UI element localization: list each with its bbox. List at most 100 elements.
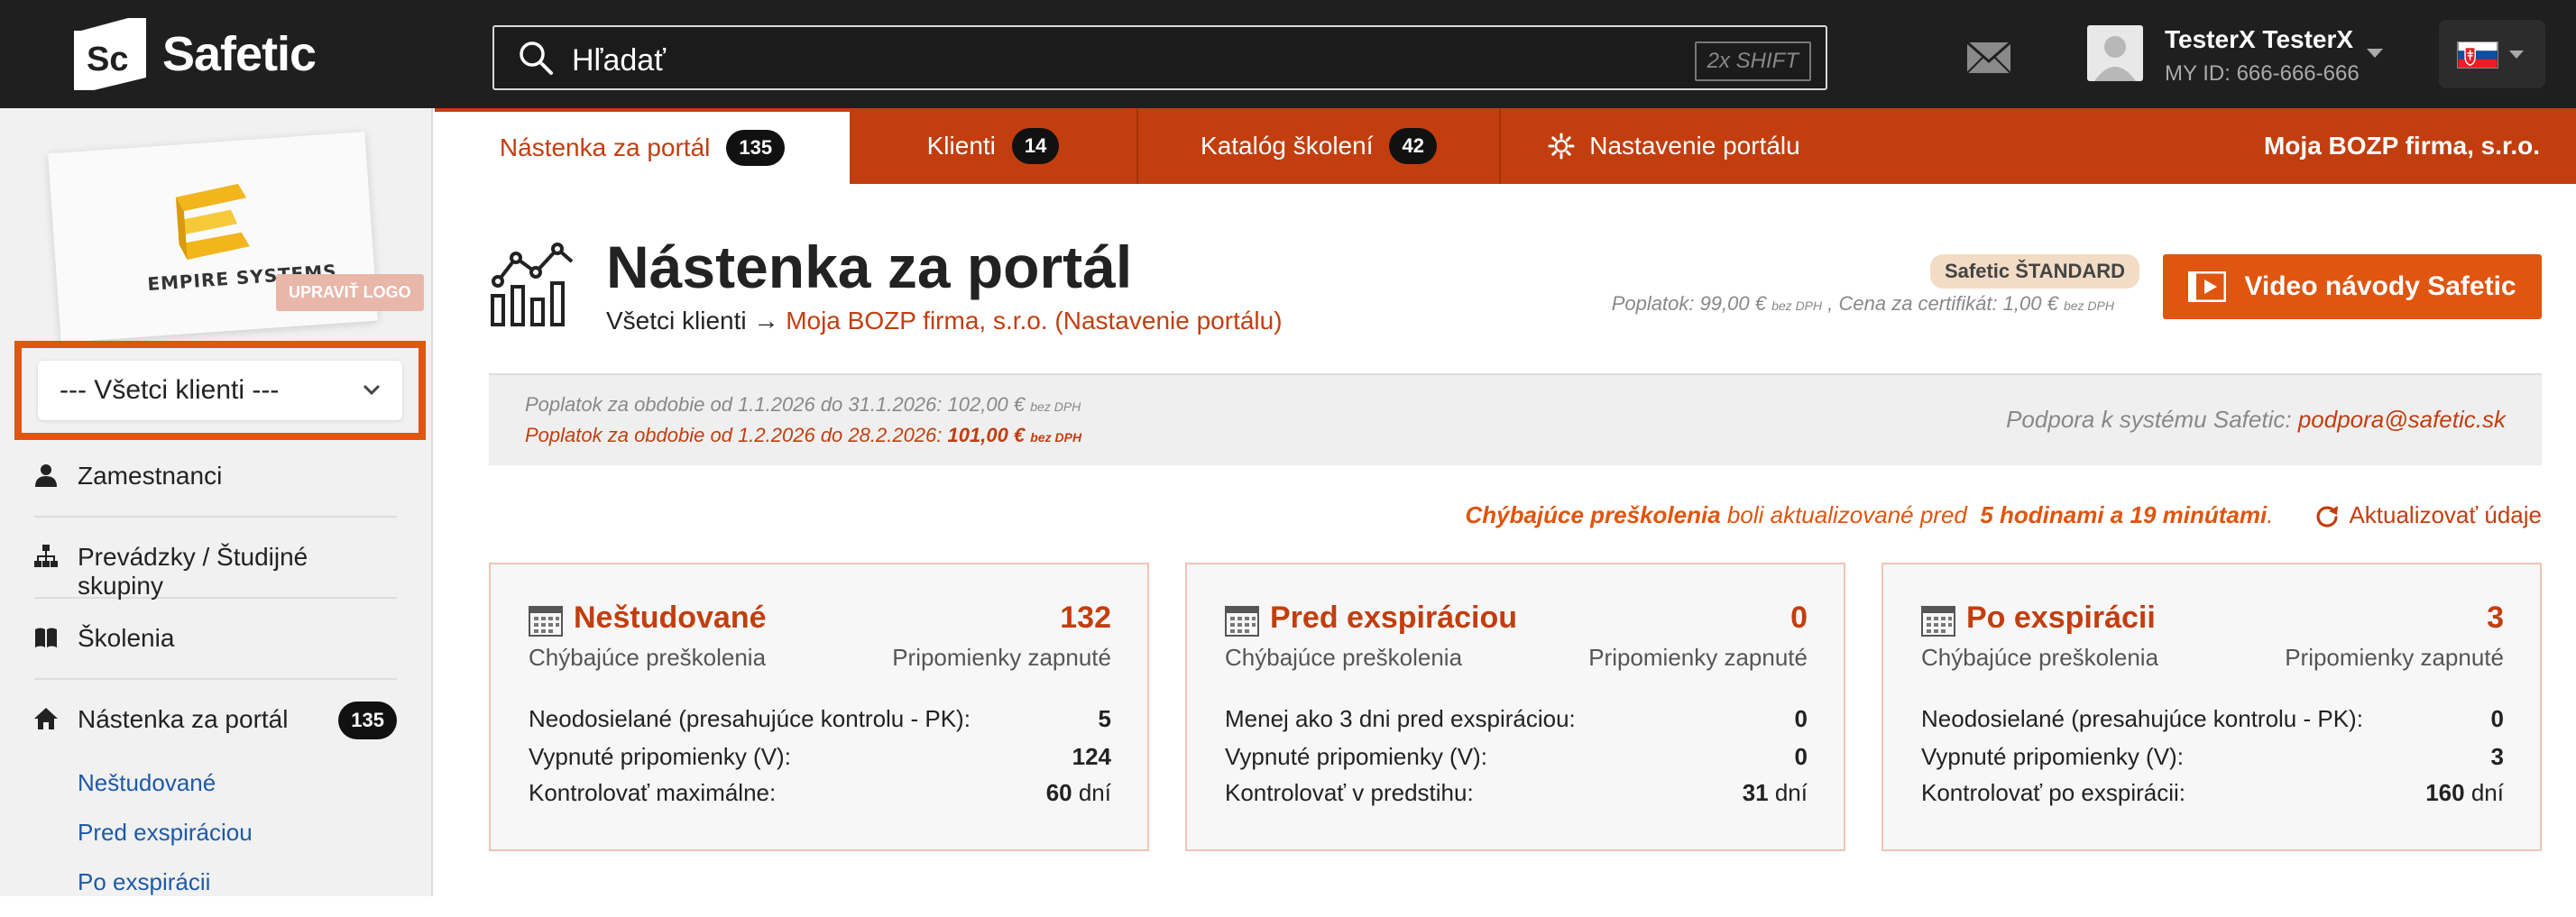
card-count: 3 xyxy=(2487,601,2504,635)
refresh-data-label: Aktualizovať údaje xyxy=(2349,501,2542,528)
client-select-value: --- Všetci klienti --- xyxy=(60,375,280,405)
user-avatar-icon xyxy=(2094,36,2136,81)
language-selector[interactable] xyxy=(2439,20,2545,88)
card-count: 132 xyxy=(1060,601,1111,635)
sidebar-item-label: Nástenka za portál xyxy=(78,705,289,733)
tab-label: Nástenka za portál xyxy=(499,133,711,161)
video-tutorials-button[interactable]: Video návody Safetic xyxy=(2163,254,2542,319)
card-row-unit: dní xyxy=(2470,779,2504,806)
card-row-label: Kontrolovať po exspirácii: xyxy=(1921,779,2186,806)
card-row: Menej ako 3 dni pred exspiráciou: 0 xyxy=(1225,705,1808,733)
tab-training-catalog[interactable]: Katalóg školení 42 xyxy=(1138,108,1501,184)
support-email-link[interactable]: podpora@safetic.sk xyxy=(2298,406,2506,433)
sidebar-item-workplaces[interactable]: Prevádzky / Študijné skupiny xyxy=(34,518,397,600)
card-title: Neštudované xyxy=(574,601,767,635)
card-title: Po exspirácii xyxy=(1966,601,2156,635)
user-menu-caret-icon[interactable] xyxy=(2367,49,2383,58)
fee-period-previous-text: Poplatok za obdobie od 1.1.2026 do 31.1.… xyxy=(525,393,1026,416)
sidebar-item-trainings[interactable]: Školenia xyxy=(34,599,397,680)
breadcrumb-root[interactable]: Všetci klienti xyxy=(606,307,747,335)
slovak-flag-icon xyxy=(2457,41,2498,69)
sidebar-item-badge: 135 xyxy=(338,702,397,739)
search-placeholder: Hľadať xyxy=(572,43,666,78)
update-text: boli aktualizované pred xyxy=(1726,501,1967,528)
card-reminders-status: Pripomienky zapnuté xyxy=(2285,644,2504,671)
card-row-label: Neodosielané (presahujúce kontrolu - PK)… xyxy=(1921,705,2363,732)
plan-fee: Poplatok: 99,00 € xyxy=(1611,292,1766,315)
card-row-value: 3 xyxy=(2490,743,2504,770)
sidebar-item-label: Zamestnanci xyxy=(78,462,223,490)
subnav-item-unstudied[interactable]: Neštudované xyxy=(78,768,253,818)
fee-period-previous: Poplatok za obdobie od 1.1.2026 do 31.1.… xyxy=(525,393,1081,417)
calendar-icon xyxy=(1225,606,1259,637)
current-company-name[interactable]: Moja BOZP firma, s.r.o. xyxy=(2264,132,2540,160)
refresh-icon xyxy=(2316,505,2339,527)
update-highlight: Chýbajúce preškolenia xyxy=(1465,501,1721,528)
search-box[interactable]: Hľadať 2x SHIFT xyxy=(492,25,1827,90)
card-row-value: 124 xyxy=(1072,743,1111,770)
card-row: Vypnuté pripomienky (V): 124 xyxy=(529,743,1111,771)
card-after-expiry[interactable]: Po exspirácii 3 Chýbajúce preškolenia Pr… xyxy=(1881,563,2542,851)
tab-clients[interactable]: Klienti 14 xyxy=(850,108,1138,184)
card-row: Vypnuté pripomienky (V): 3 xyxy=(1921,743,2504,771)
card-row-unit: dní xyxy=(1078,779,1111,806)
tax-note: bez DPH xyxy=(1030,399,1081,414)
tab-label: Klienti xyxy=(926,132,996,160)
tab-dashboard[interactable]: Nástenka za portál 135 xyxy=(435,108,850,184)
search-icon xyxy=(520,41,553,75)
card-reminders-status: Pripomienky zapnuté xyxy=(1588,644,1808,671)
tax-note: bez DPH xyxy=(1771,298,1823,313)
card-unstudied[interactable]: Neštudované 132 Chýbajúce preškolenia Pr… xyxy=(489,563,1149,851)
tab-badge: 135 xyxy=(726,130,786,166)
card-before-expiry[interactable]: Pred exspiráciou 0 Chýbajúce preškolenia… xyxy=(1185,563,1845,851)
card-row: Kontrolovať v predstihu: 31 dní xyxy=(1225,779,1808,807)
safetic-logo[interactable]: Sc Safetic xyxy=(74,18,317,90)
certificate-fee: , Cena za certifikát: 1,00 € xyxy=(1827,292,2058,315)
subnav-item-after-expiry[interactable]: Po exspirácii xyxy=(78,867,253,917)
edit-logo-button[interactable]: UPRAVIŤ LOGO xyxy=(276,274,424,311)
tab-portal-settings[interactable]: Nastavenie portálu xyxy=(1501,108,1847,184)
card-row-value: 0 xyxy=(2490,705,2504,732)
client-select[interactable]: --- Všetci klienti --- xyxy=(38,361,402,420)
chevron-down-icon xyxy=(363,384,381,396)
mail-icon[interactable] xyxy=(1966,41,2011,74)
card-count: 0 xyxy=(1790,601,1808,635)
tax-note: bez DPH xyxy=(1030,430,1082,445)
empire-logo-icon xyxy=(175,183,250,261)
card-row: Vypnuté pripomienky (V): 0 xyxy=(1225,743,1808,771)
card-title: Pred exspiráciou xyxy=(1270,601,1518,635)
sidebar-nav: Zamestnanci Prevádzky / Študijné skupiny xyxy=(34,436,397,761)
tab-label: Nastavenie portálu xyxy=(1589,132,1800,160)
avatar[interactable] xyxy=(2087,25,2143,81)
breadcrumb-link[interactable]: Moja BOZP firma, s.r.o. (Nastavenie port… xyxy=(786,307,1282,335)
user-icon xyxy=(35,464,57,487)
sidebar: EMPIRE SYSTEMS UPRAVIŤ LOGO --- Všetci k… xyxy=(0,108,433,896)
client-select-highlight: --- Všetci klienti --- xyxy=(14,341,426,440)
card-row-label: Vypnuté pripomienky (V): xyxy=(1921,743,2184,770)
card-subtitle: Chýbajúce preškolenia xyxy=(1225,644,1463,671)
language-caret-icon xyxy=(2509,50,2524,59)
sidebar-item-dashboard[interactable]: Nástenka za portál 135 xyxy=(34,680,397,761)
refresh-data-button[interactable]: Aktualizovať údaje xyxy=(2314,501,2542,529)
card-row: Kontrolovať maximálne: 60 dní xyxy=(529,779,1111,807)
logo-mark-text: Sc xyxy=(87,41,128,78)
plan-fees: Poplatok: 99,00 € bez DPH , Cena za cert… xyxy=(1612,292,2114,316)
video-button-label: Video návody Safetic xyxy=(2244,271,2516,301)
subnav-item-before-expiry[interactable]: Pred exspiráciou xyxy=(78,818,253,867)
calendar-icon xyxy=(1921,606,1955,637)
card-row-value: 0 xyxy=(1794,705,1808,732)
card-subtitle: Chýbajúce preškolenia xyxy=(529,644,767,671)
support-contact: Podpora k systému Safetic: podpora@safet… xyxy=(2006,406,2506,434)
video-icon xyxy=(2188,271,2227,302)
user-name[interactable]: TesterX TesterX xyxy=(2165,25,2353,54)
sidebar-subnav: Neštudované Pred exspiráciou Po exspirác… xyxy=(78,768,253,917)
search-shortcut-hint: 2x SHIFT xyxy=(1694,41,1811,81)
card-row: Kontrolovať po exspirácii: 160 dní xyxy=(1921,779,2504,807)
sidebar-item-employees[interactable]: Zamestnanci xyxy=(34,436,397,518)
update-time: 5 hodinami a 19 minútami xyxy=(1980,501,2268,528)
card-reminders-status: Pripomienky zapnuté xyxy=(892,644,1111,671)
card-row-label: Neodosielané (presahujúce kontrolu - PK)… xyxy=(529,705,971,732)
user-id: MY ID: 666-666-666 xyxy=(2165,61,2360,86)
tab-label: Katalóg školení xyxy=(1201,132,1374,160)
card-row-label: Menej ako 3 dni pred exspiráciou: xyxy=(1225,705,1576,732)
